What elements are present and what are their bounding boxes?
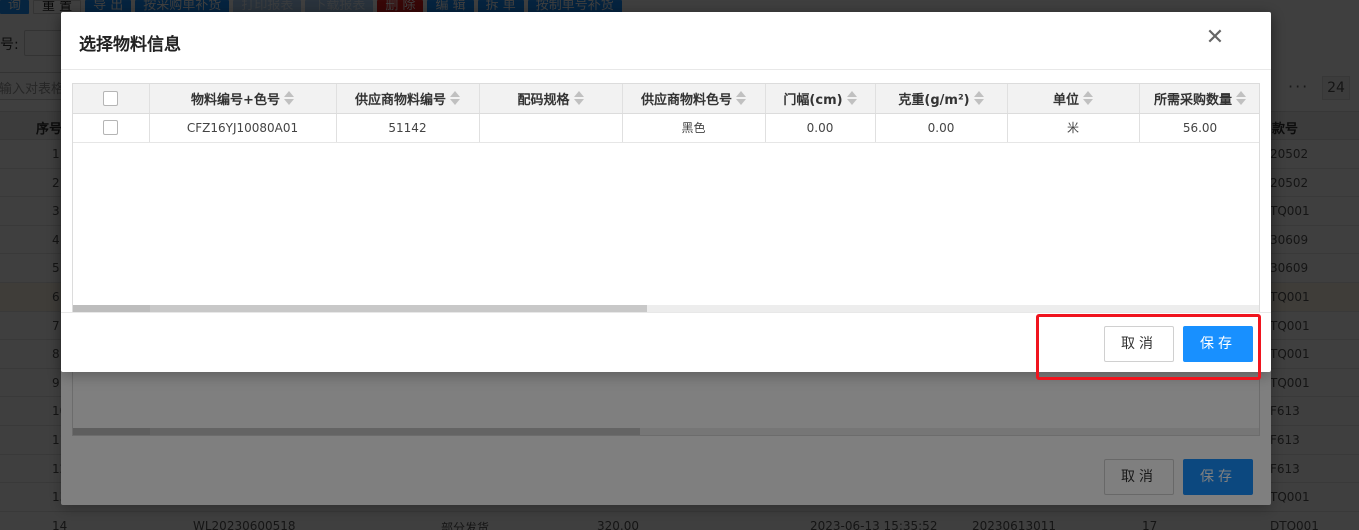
column-header[interactable]: 所需采购数量 <box>1139 84 1259 114</box>
column-header[interactable]: 单位 <box>1007 84 1140 114</box>
table-cell: 56.00 <box>1139 113 1259 143</box>
sort-icon[interactable] <box>283 91 294 106</box>
table-cell: 0.00 <box>875 113 1008 143</box>
column-header-label: 供应商物料色号 <box>640 92 732 108</box>
column-header[interactable]: 物料编号+色号 <box>149 84 337 114</box>
column-header-label: 单位 <box>1052 92 1079 108</box>
close-icon[interactable]: ✕ <box>1203 27 1227 51</box>
column-header[interactable]: 克重(g/m²) <box>875 84 1008 114</box>
sort-icon[interactable] <box>1236 91 1246 106</box>
table-cell: 0.00 <box>765 113 876 143</box>
sort-icon[interactable] <box>846 91 857 106</box>
table-cell: 51142 <box>336 113 480 143</box>
sort-icon[interactable] <box>450 91 460 106</box>
sort-icon[interactable] <box>1083 91 1093 106</box>
table-horizontal-scrollbar[interactable] <box>73 305 1259 312</box>
table-header-row: 物料编号+色号 供应商物料编号 配码规格 供应商物料色号 门幅(cm) 克重(g/m²) 单… <box>73 84 1259 114</box>
table-cell: CFZ16YJ10080A01 <box>149 113 337 143</box>
column-header[interactable]: 门幅(cm) <box>765 84 876 114</box>
table-cell: 米 <box>1007 113 1140 143</box>
scrollbar-thumb[interactable] <box>150 305 647 312</box>
sort-icon[interactable] <box>736 91 746 106</box>
table-cell <box>479 113 623 143</box>
sort-icon[interactable] <box>973 91 984 106</box>
column-header-label: 物料编号+色号 <box>191 92 280 108</box>
column-header[interactable]: 供应商物料编号 <box>336 84 480 114</box>
column-header[interactable]: 配码规格 <box>479 84 623 114</box>
table-row[interactable]: CFZ16YJ10080A01 51142 黑色 0.00 0.00 米 56.00 <box>73 113 1259 143</box>
sort-icon[interactable] <box>573 91 584 106</box>
table-cell: 黑色 <box>622 113 766 143</box>
highlight-annotation <box>1036 314 1261 380</box>
material-table: 物料编号+色号 供应商物料编号 配码规格 供应商物料色号 门幅(cm) 克重(g/m²) 单… <box>72 83 1260 313</box>
select-all-header <box>73 84 150 114</box>
column-header-label: 克重(g/m²) <box>898 92 970 108</box>
column-header-label: 配码规格 <box>517 92 570 108</box>
column-header-label: 供应商物料编号 <box>354 92 446 108</box>
row-checkbox[interactable] <box>103 120 119 135</box>
dialog-title: 选择物料信息 <box>79 35 181 55</box>
column-header-label: 所需采购数量 <box>1153 92 1232 108</box>
dialog-header: 选择物料信息 ✕ <box>61 12 1271 70</box>
column-header[interactable]: 供应商物料色号 <box>622 84 766 114</box>
select-all-checkbox[interactable] <box>103 90 119 106</box>
column-header-label: 门幅(cm) <box>783 92 843 108</box>
